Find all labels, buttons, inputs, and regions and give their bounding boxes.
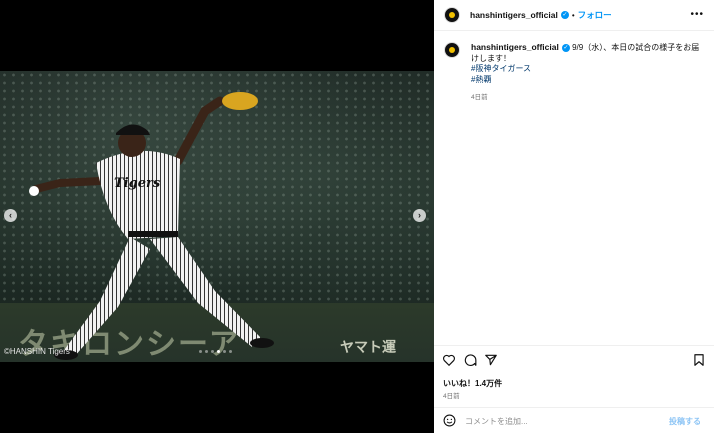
avatar[interactable] [444,7,460,23]
comment-icon[interactable] [463,353,477,367]
post-comment-button[interactable]: 投稿する [669,416,701,427]
pitcher-figure: Tigers [29,92,274,360]
post-photo: タキロンシーア ヤマト運 Tigers ©HANSHIN Tigers [0,71,434,362]
caption-timestamp: 4日前 [471,94,488,101]
comment-input[interactable]: コメントを追加... [465,416,528,427]
caption-body: hanshintigers_official ✓ 9/9（水）、本日の試合の様子を… [471,42,704,104]
carousel-prev-button[interactable]: ‹ [4,209,17,222]
share-icon[interactable] [484,353,498,367]
more-horizontal-icon[interactable]: ••• [690,9,704,20]
verified-badge-icon: ✓ [560,11,569,19]
follow-button[interactable]: フォロー [578,9,612,21]
emoji-icon[interactable] [443,414,456,427]
comment-bar: コメントを追加... 投稿する [434,407,714,433]
caption-username[interactable]: hanshintigers_official [471,42,559,52]
photo-copyright: ©HANSHIN Tigers [4,347,70,356]
carousel-dot [223,350,226,353]
carousel-next-button[interactable]: › [413,209,426,222]
jersey-text: Tigers [114,176,161,191]
baseball [29,186,39,196]
action-bar: いいね！1.4万件 4日前 コメントを追加... 投稿する [434,345,714,433]
carousel-dot [211,350,214,353]
carousel-dot [199,350,202,353]
carousel-dots [199,350,232,353]
verified-badge-icon: ✓ [561,43,570,52]
post-media: タキロンシーア ヤマト運 Tigers ©HANSHIN Tigers ‹ › [0,0,434,433]
header-username[interactable]: hanshintigers_official [470,10,558,20]
post-header: hanshintigers_official ✓ • フォロー ••• [434,0,714,31]
glove [222,92,258,110]
post-timestamp: 4日前 [443,393,460,400]
heart-icon[interactable] [442,353,456,367]
bookmark-icon[interactable] [692,353,706,367]
caption-avatar[interactable] [444,42,460,58]
hashtag-link[interactable]: #阪神タイガース [471,64,704,75]
carousel-dot [229,350,232,353]
hashtag-link[interactable]: #熱覇 [471,75,704,86]
separator-dot: • [571,10,575,20]
caption: hanshintigers_official ✓ 9/9（水）、本日の試合の様子を… [444,42,704,104]
like-count[interactable]: いいね！1.4万件 [443,378,502,389]
carousel-dot [205,350,208,353]
cap [116,124,150,135]
post-side-panel: hanshintigers_official ✓ • フォロー ••• hans… [434,0,714,433]
carousel-dot [217,350,220,353]
